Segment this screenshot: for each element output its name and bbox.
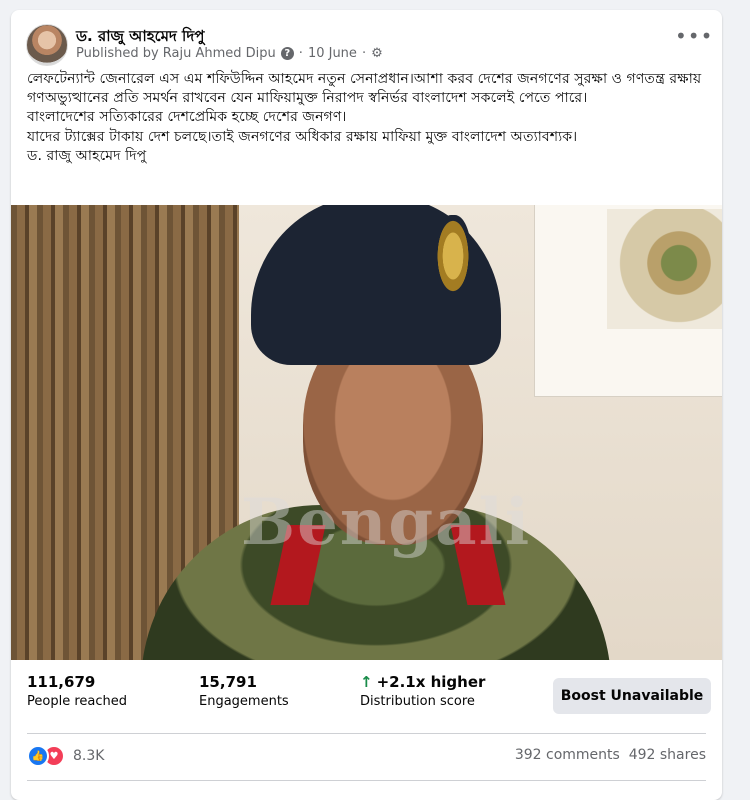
comments-link[interactable]: 392 comments — [515, 747, 620, 763]
post-paragraph: লেফটেন্যান্ট জেনারেল এস এম শফিউদ্দিন আহম… — [27, 71, 702, 107]
post-card: ড. রাজু আহমেদ দিপু Published by Raju Ahm… — [11, 10, 722, 800]
post-insights: 111,679 People reached 15,791 Engagement… — [27, 673, 711, 721]
post-text: লেফটেন্যান্ট জেনারেল এস এম শফিউদ্দিন আহম… — [27, 70, 711, 166]
shares-link[interactable]: 492 shares — [629, 747, 706, 763]
people-reached-stat[interactable]: 111,679 People reached — [27, 673, 127, 709]
post-date[interactable]: 10 June — [308, 46, 357, 61]
post-header: ড. রাজু আহমেদ দিপু Published by Raju Ahm… — [26, 22, 712, 66]
distribution-label: Distribution score — [360, 694, 475, 709]
post-paragraph: যাদের ট্যাক্সের টাকায় দেশ চলছে।তাই জনগণ… — [27, 128, 578, 145]
divider — [27, 733, 706, 734]
photo-painting — [534, 205, 722, 397]
engagement-links: 392 comments 492 shares — [515, 747, 706, 763]
distribution-value: +2.1x higher — [376, 673, 486, 691]
post-paragraph: বাংলাদেশের সত্যিকারের দেশপ্রেমিক হচ্ছে দ… — [27, 109, 347, 126]
reaction-count[interactable]: 8.3K — [73, 748, 104, 764]
gear-icon[interactable]: ⚙ — [371, 46, 383, 61]
arrow-up-icon: ↑ — [360, 673, 373, 691]
info-icon[interactable]: ? — [280, 47, 294, 60]
distribution-stat[interactable]: ↑ +2.1x higher Distribution score — [360, 673, 485, 709]
avatar[interactable] — [26, 24, 68, 66]
meta-separator: · — [361, 46, 367, 61]
published-by[interactable]: Published by Raju Ahmed Dipu — [76, 46, 276, 61]
engagements-value: 15,791 — [199, 673, 257, 691]
reactions-summary[interactable]: 👍 ♥ 8.3K — [27, 744, 104, 768]
post-meta: Published by Raju Ahmed Dipu ? · 10 June… — [76, 46, 383, 61]
engagements-label: Engagements — [199, 694, 289, 709]
photo-cap-badge — [435, 215, 471, 297]
boost-button[interactable]: Boost Unavailable — [553, 678, 711, 714]
more-options-button[interactable]: ••• — [675, 26, 712, 52]
post-paragraph: ড. রাজু আহমেদ দিপু — [27, 147, 147, 164]
like-icon: 👍 — [27, 745, 49, 767]
meta-separator: · — [298, 46, 303, 61]
people-reached-label: People reached — [27, 694, 127, 709]
photo-watermark: Bengali — [241, 485, 532, 560]
divider — [27, 780, 706, 781]
engagements-stat[interactable]: 15,791 Engagements — [199, 673, 289, 709]
post-photo[interactable]: Bengali — [11, 205, 722, 660]
people-reached-value: 111,679 — [27, 673, 96, 691]
